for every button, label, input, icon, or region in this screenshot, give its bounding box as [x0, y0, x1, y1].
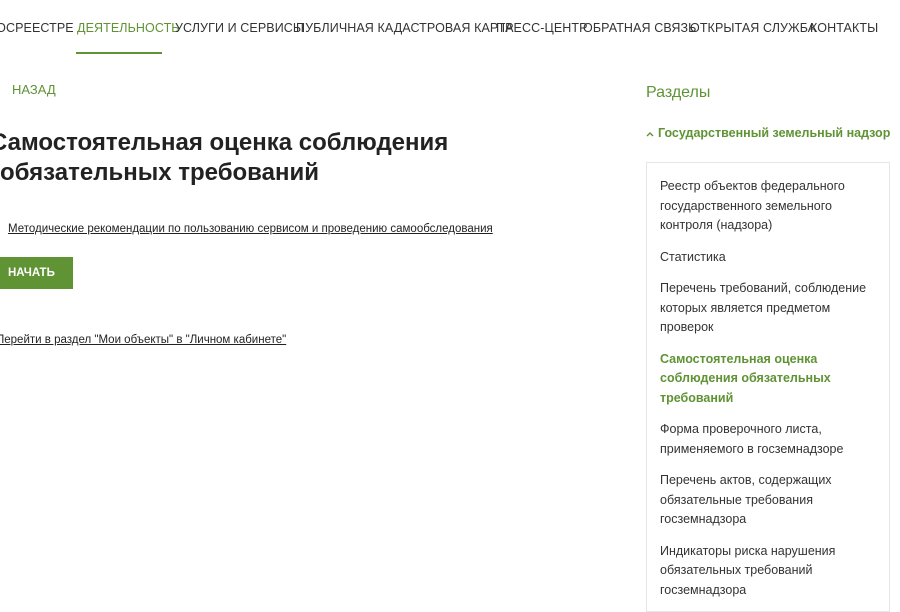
section-list: Реестр объектов федерального государстве… [647, 163, 889, 600]
section-toggle[interactable]: Государственный земельный надзор [646, 126, 890, 140]
guidelines-link[interactable]: Методические рекомендации по пользованию… [8, 223, 493, 235]
sidebar-item-statistics[interactable]: Статистика [660, 248, 877, 268]
chevron-up-icon [646, 129, 658, 140]
page-title: Самостоятельная оценка соблюдения обязат… [0, 128, 560, 188]
page-title-line-2: обязательных требований [0, 159, 319, 186]
nav-item-rosreestr[interactable]: РОСРЕЕСТРЕ [0, 21, 74, 35]
sidebar-item-requirements[interactable]: Перечень требований, соблюдение которых … [660, 279, 877, 338]
back-link[interactable]: НАЗАД [12, 82, 56, 97]
nav-item-press-center[interactable]: ПРЕСС-ЦЕНТР [496, 21, 588, 35]
sidebar-item-registry[interactable]: Реестр объектов федерального государстве… [660, 177, 877, 236]
nav-item-services[interactable]: УСЛУГИ И СЕРВИСЫ [175, 21, 304, 35]
sidebar-item-risk-indicators[interactable]: Индикаторы риска нарушения обязательных … [660, 542, 877, 601]
nav-item-open-service[interactable]: ОТКРЫТАЯ СЛУЖБА [690, 21, 816, 35]
sidebar-item-checklist-form[interactable]: Форма проверочного листа, применяемого в… [660, 420, 877, 459]
my-objects-link[interactable]: Перейти в раздел "Мои объекты" в "Личном… [0, 334, 286, 346]
sections-title: Разделы [646, 84, 711, 101]
nav-item-activity[interactable]: ДЕЯТЕЛЬНОСТЬ [77, 21, 180, 35]
nav-item-contacts[interactable]: КОНТАКТЫ [810, 21, 878, 35]
nav-item-cadastral-map[interactable]: ПУБЛИЧНАЯ КАДАСТРОВАЯ КАРТА [296, 21, 514, 35]
sidebar-item-acts-list[interactable]: Перечень актов, содержащих обязательные … [660, 471, 877, 530]
sidebar-item-self-assessment[interactable]: Самостоятельная оценка соблюдения обязат… [660, 350, 877, 409]
active-nav-underline [76, 52, 162, 54]
top-navigation: РОСРЕЕСТРЕ ДЕЯТЕЛЬНОСТЬ УСЛУГИ И СЕРВИСЫ… [0, 0, 900, 56]
nav-item-feedback[interactable]: ОБРАТНАЯ СВЯЗЬ [583, 21, 696, 35]
page-title-line-1: Самостоятельная оценка соблюдения [0, 129, 449, 156]
start-button[interactable]: НАЧАТЬ [0, 257, 73, 289]
section-panel: Реестр объектов федерального государстве… [646, 162, 890, 612]
section-head-label: Государственный земельный надзор [658, 126, 891, 140]
